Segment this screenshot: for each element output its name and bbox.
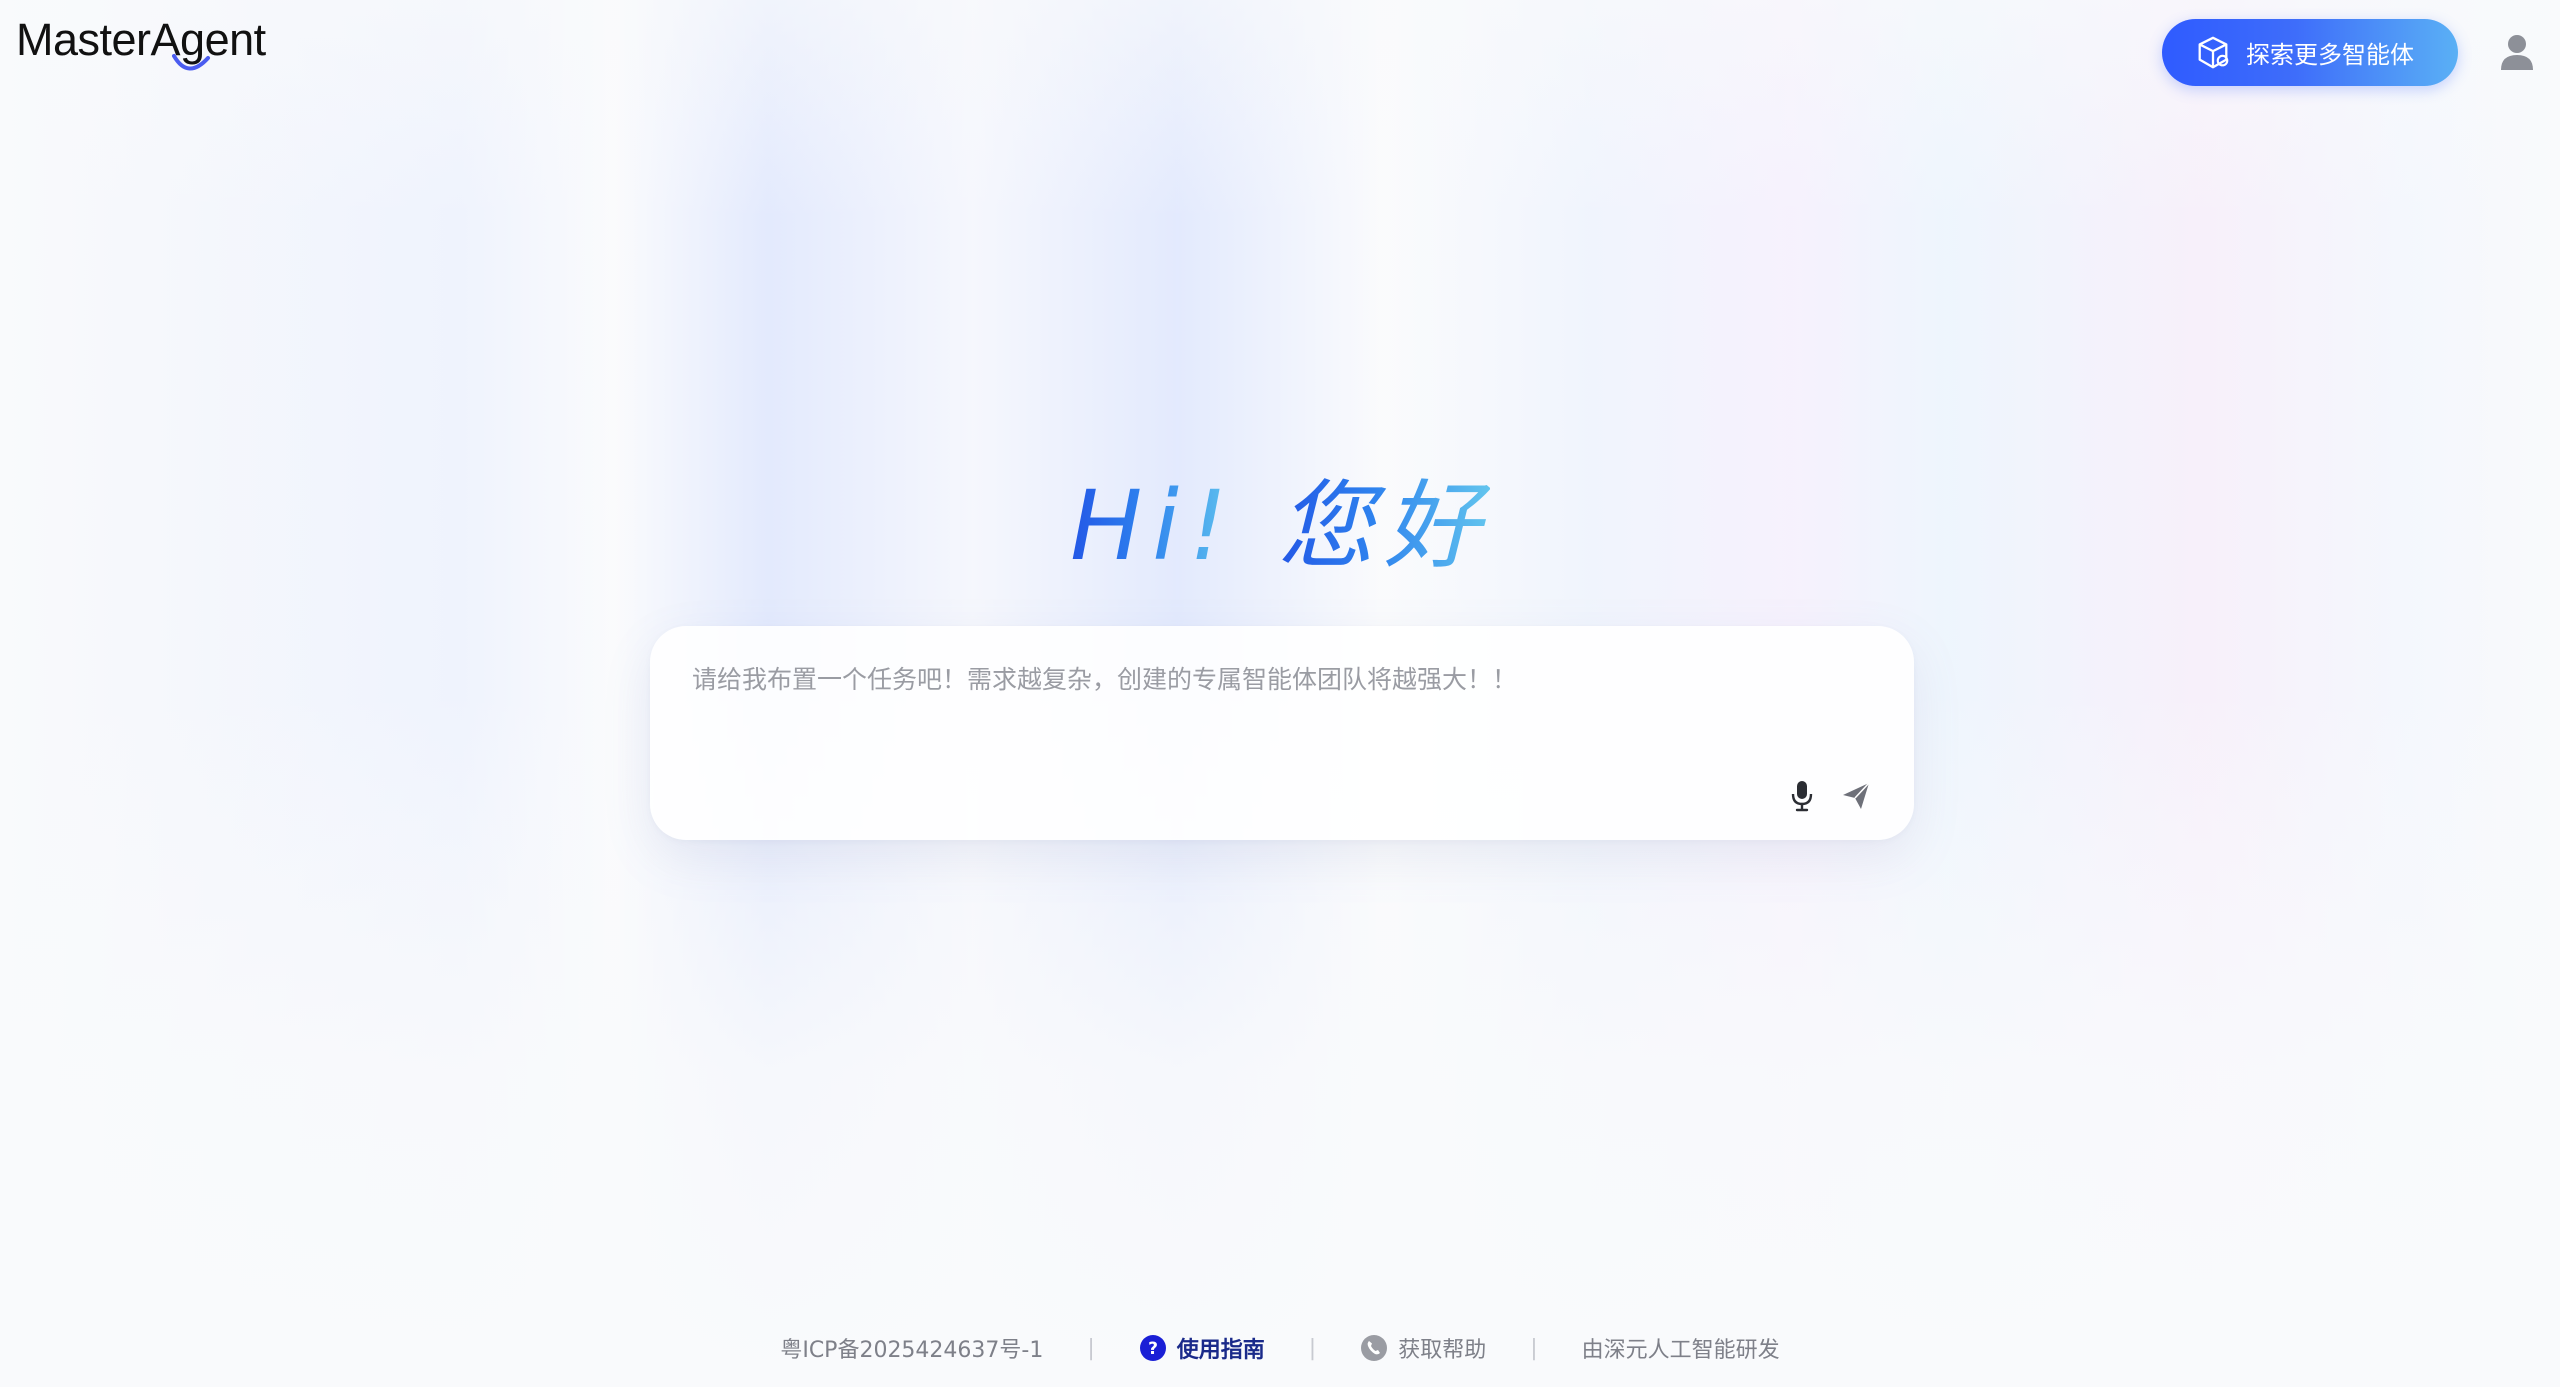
icp-record[interactable]: 粤ICP备2025424637号-1 [780,1332,1043,1364]
logo-swoosh-icon [172,54,210,71]
footer-separator: | [1308,1335,1317,1361]
phone-icon [1361,1335,1388,1361]
app-logo[interactable]: MasterAgent [16,14,266,66]
microphone-icon[interactable] [1788,778,1816,814]
svg-text:?: ? [1148,1339,1158,1359]
send-icon[interactable] [1840,780,1872,812]
get-help-label: 获取帮助 [1398,1338,1487,1363]
usage-guide-label: 使用指南 [1176,1338,1265,1363]
footer-separator: | [1530,1335,1538,1361]
task-input[interactable] [692,660,1872,750]
developer-credit-text: 由深元人工智能研发 [1581,1338,1780,1363]
usage-guide-link[interactable]: ? 使用指南 [1139,1332,1265,1364]
task-composer [650,626,1914,840]
get-help-link[interactable]: 获取帮助 [1360,1332,1486,1364]
footer: 粤ICP备2025424637号-1 | ? 使用指南 | 获取帮助 | 由深元… [0,1330,2560,1366]
page: MasterAgent 探索更多智能体 Hi! 您好 请给我布置一个任务吧！需求… [0,0,2560,1387]
icp-text: 粤ICP备2025424637号-1 [780,1338,1044,1363]
explore-agents-label: 探索更多智能体 [2246,41,2414,69]
user-icon[interactable] [2498,32,2536,72]
footer-separator: | [1087,1335,1095,1361]
greeting-hi: Hi! [1070,470,1238,582]
explore-agents-button[interactable]: 探索更多智能体 [2162,19,2458,86]
greeting-cn: 您好 [1277,470,1490,582]
developer-credit: 由深元人工智能研发 [1582,1332,1780,1364]
greeting-heading: Hi! 您好 [0,448,2560,587]
question-circle-icon: ? [1139,1335,1166,1361]
cube-icon [2198,36,2229,68]
